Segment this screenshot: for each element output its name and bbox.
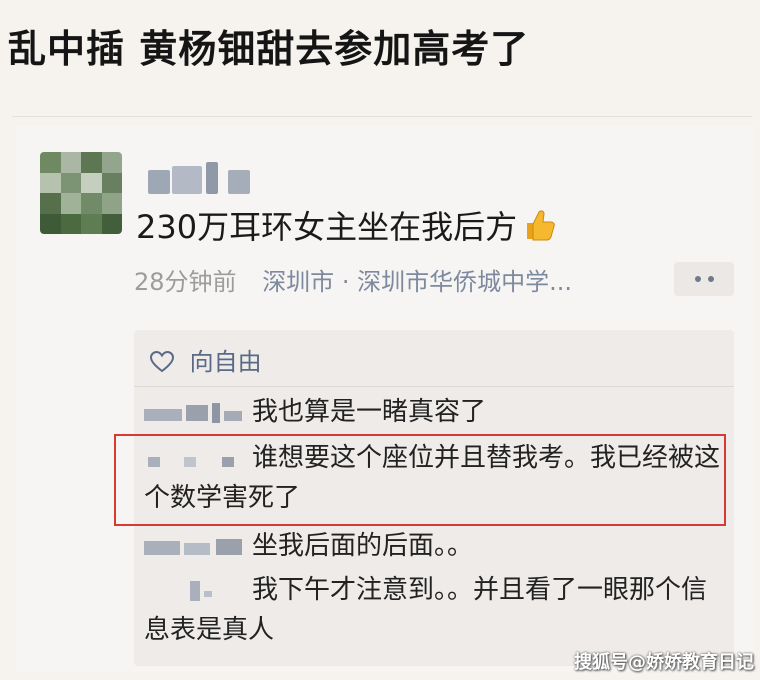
- title-divider: [12, 116, 752, 117]
- likes-divider: [134, 386, 734, 387]
- article-title: 乱中插 黄杨钿甜去参加高考了: [8, 27, 530, 71]
- likes-row: 向自由: [149, 342, 262, 379]
- comment-text: 坐我后面的后面。。: [252, 531, 474, 561]
- moments-post-screenshot: 230万耳环女主坐在我后方 28分钟前 深圳市 · 深圳市华侨城中学... 向自…: [16, 126, 754, 672]
- page: 乱中插 黄杨钿甜去参加高考了 230万耳环女主坐在我后方 28分钟前 深圳市 ·…: [0, 0, 760, 680]
- heart-icon: [149, 350, 175, 379]
- watermark: 搜狐号@娇娇教育日记: [574, 652, 754, 673]
- more-options-button[interactable]: [674, 262, 734, 296]
- commenter-name-blurred[interactable]: [144, 580, 244, 601]
- comment-item[interactable]: 我下午才注意到。。并且看了一眼那个信息表是真人: [144, 570, 724, 650]
- liked-by-name[interactable]: 向自由: [190, 348, 262, 376]
- commenter-name-blurred[interactable]: [144, 537, 244, 557]
- post-text-content: 230万耳环女主坐在我后方: [136, 208, 518, 246]
- thumbs-up-icon: [521, 208, 555, 250]
- commenter-name-blurred[interactable]: [144, 402, 244, 423]
- username-blurred[interactable]: [148, 162, 258, 196]
- dot-icon: [707, 276, 714, 282]
- dot-icon: [694, 276, 701, 282]
- post-meta: 28分钟前 深圳市 · 深圳市华侨城中学...: [134, 262, 572, 297]
- comment-text: 我也算是一睹真容了: [252, 397, 487, 427]
- post-location[interactable]: 深圳市 · 深圳市华侨城中学...: [262, 268, 572, 296]
- post-time: 28分钟前: [134, 268, 237, 296]
- avatar[interactable]: [40, 152, 122, 234]
- comment-item[interactable]: 坐我后面的后面。。: [144, 526, 724, 566]
- highlight-annotation: [114, 434, 726, 526]
- comment-item[interactable]: 我也算是一睹真容了: [144, 392, 724, 432]
- post-text: 230万耳环女主坐在我后方: [136, 202, 555, 250]
